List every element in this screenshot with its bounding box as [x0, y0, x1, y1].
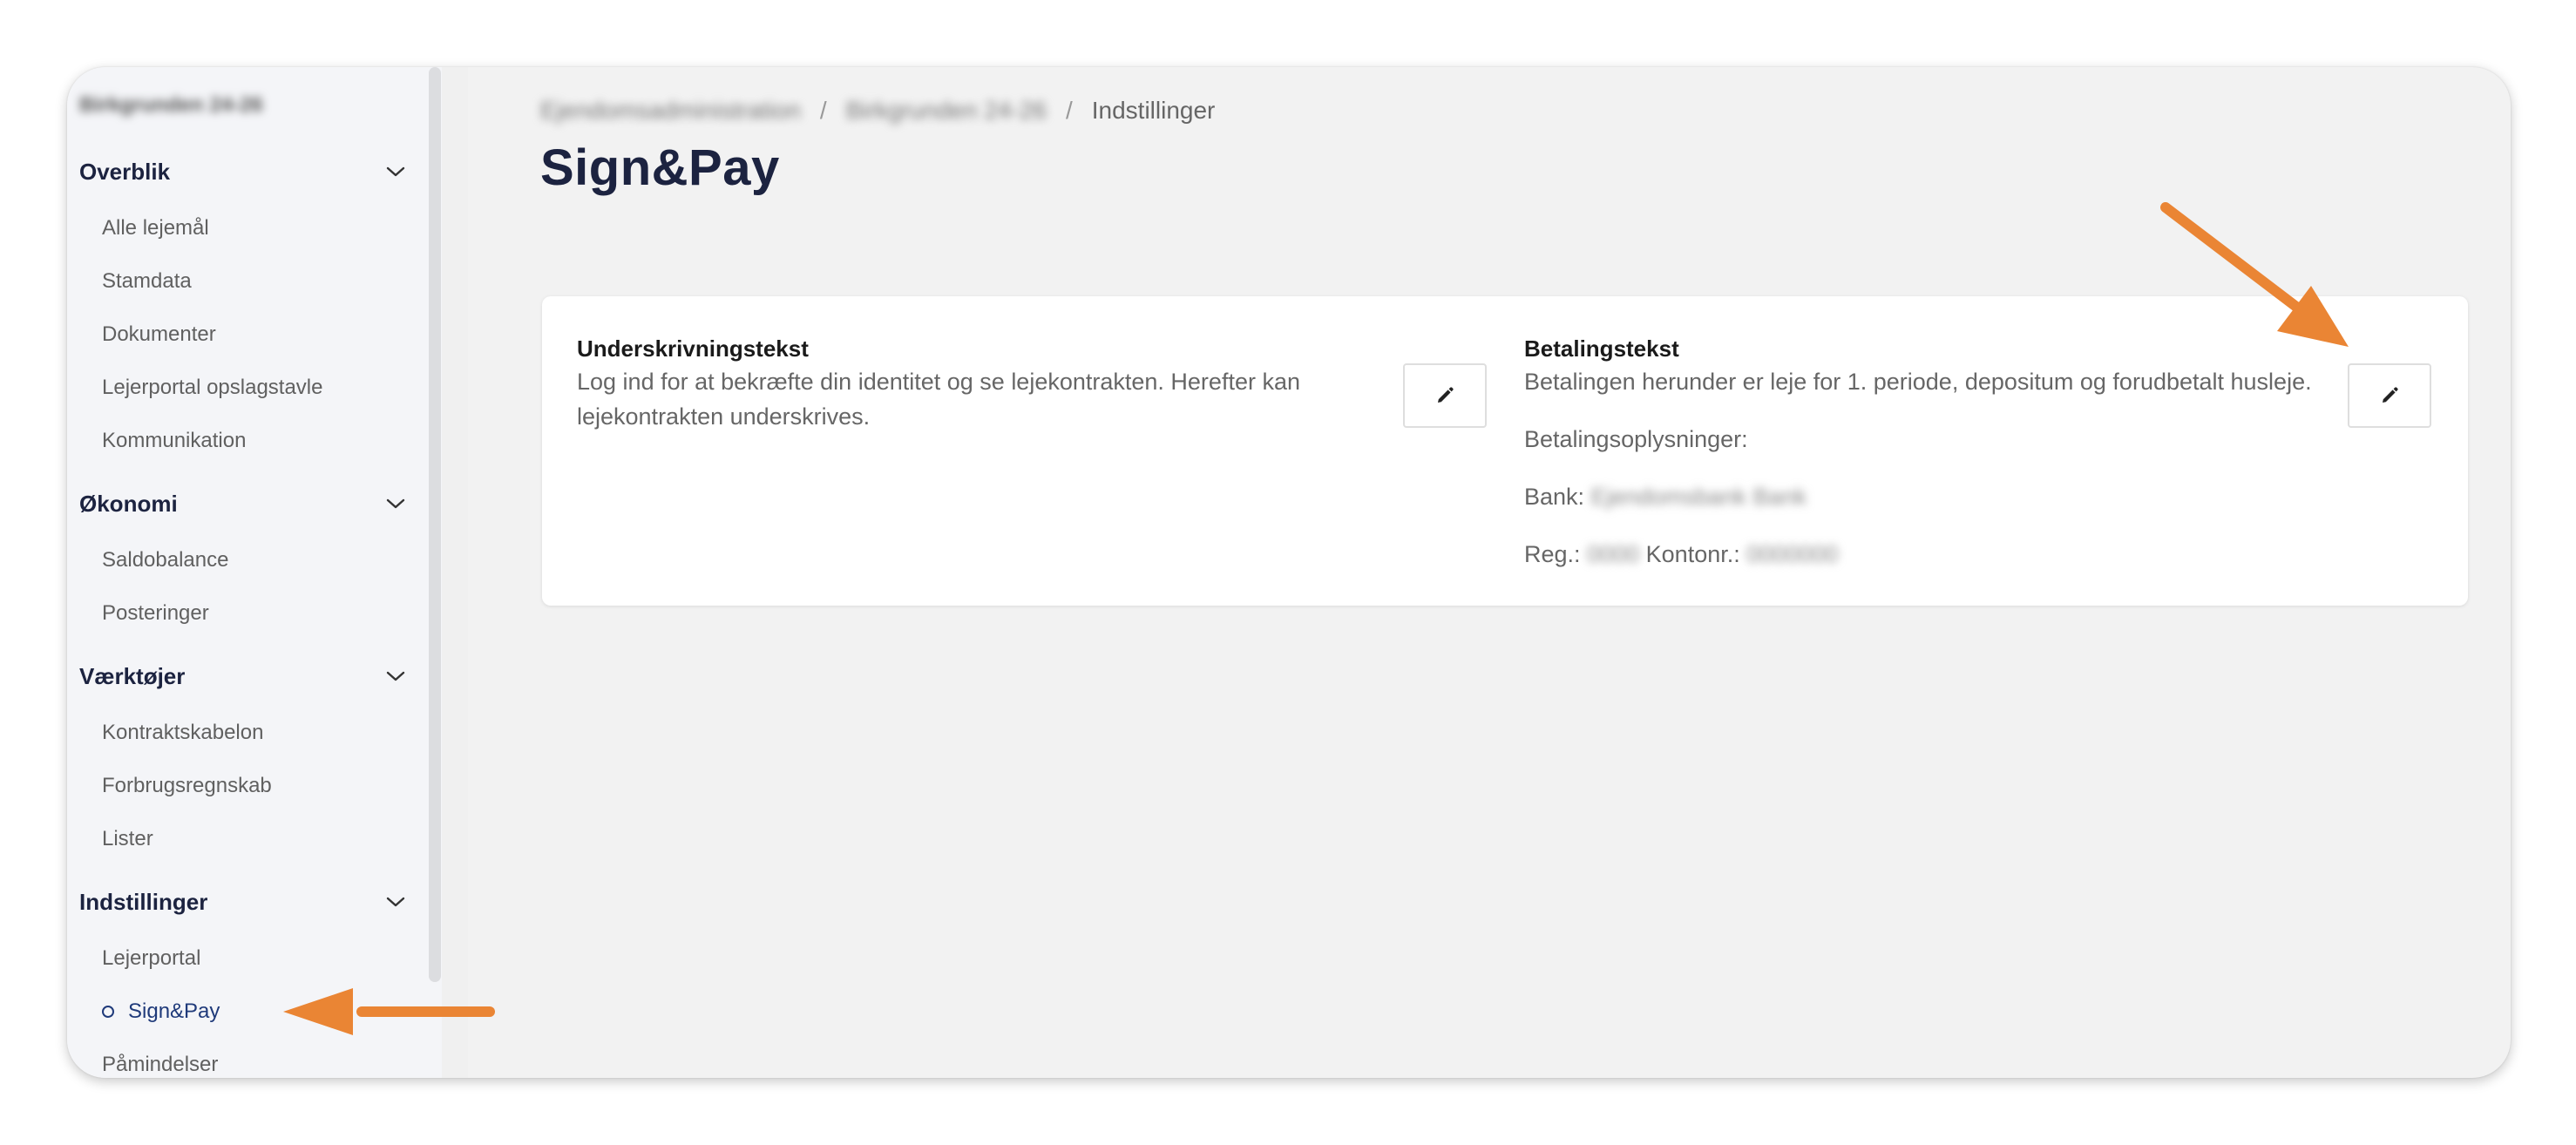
chevron-down-icon: [381, 489, 410, 518]
breadcrumb-link-organization[interactable]: Ejendomsadministration: [540, 97, 801, 125]
signing-text-section: Underskrivningstekst Log ind for at bekr…: [577, 333, 1318, 434]
sidebar: Birkgrunden 24-26 Overblik Alle lejemål …: [67, 67, 442, 1078]
signing-text-body: Log ind for at bekræfte din identitet og…: [577, 369, 1300, 430]
sidebar-item-forbrugsregnskab[interactable]: Forbrugsregnskab: [102, 769, 272, 803]
reg-label: Reg.:: [1524, 541, 1581, 567]
account-label: Kontonr.:: [1645, 541, 1740, 567]
sidebar-item-kommunikation[interactable]: Kommunikation: [102, 423, 246, 458]
reg-value: 0000: [1587, 541, 1640, 567]
sidebar-item-paamindelser[interactable]: Påmindelser: [102, 1047, 218, 1078]
circle-outline-icon: [102, 1006, 114, 1018]
pencil-icon: [2383, 387, 2398, 403]
sidebar-section-okonomi[interactable]: Økonomi: [79, 482, 410, 525]
sidebar-item-lejerportal[interactable]: Lejerportal: [102, 941, 200, 976]
payment-bank-line: Bank: Ejendomsbank Bank: [1524, 479, 2361, 514]
section-title: Værktøjer: [79, 662, 186, 689]
sidebar-item-stamdata[interactable]: Stamdata: [102, 264, 192, 299]
sidebar-section-overblik[interactable]: Overblik: [79, 150, 410, 193]
chevron-down-icon: [381, 157, 410, 186]
sidebar-item-label: Sign&Pay: [128, 999, 220, 1023]
breadcrumb-separator: /: [1065, 97, 1073, 124]
breadcrumb-link-property[interactable]: Birkgrunden 24-26: [846, 97, 1047, 125]
bank-value: Ejendomsbank Bank: [1590, 484, 1807, 510]
sidebar-item-alle-lejemaal[interactable]: Alle lejemål: [102, 211, 209, 246]
signpay-settings-card: Underskrivningstekst Log ind for at bekr…: [542, 296, 2468, 606]
sidebar-item-kontraktskabelon[interactable]: Kontraktskabelon: [102, 715, 263, 750]
breadcrumb-separator: /: [819, 97, 827, 124]
payment-account-line: Reg.: 0000 Kontonr.: 0000000: [1524, 537, 2361, 572]
sidebar-item-lejerportal-opslagstavle[interactable]: Lejerportal opslagstavle: [102, 370, 323, 405]
sidebar-item-lister[interactable]: Lister: [102, 822, 153, 857]
payment-text-title: Betalingstekst: [1524, 335, 1679, 362]
sidebar-item-signpay[interactable]: Sign&Pay: [102, 994, 220, 1029]
breadcrumb: Ejendomsadministration / Birkgrunden 24-…: [540, 93, 1215, 128]
sidebar-item-posteringer[interactable]: Posteringer: [102, 596, 209, 631]
account-value: 0000000: [1746, 541, 1839, 567]
payment-text-body: Betalingen herunder er leje for 1. perio…: [1524, 369, 2312, 395]
app-window: Birkgrunden 24-26 Overblik Alle lejemål …: [67, 67, 2511, 1078]
edit-signing-text-button[interactable]: [1403, 363, 1487, 428]
payment-info-label: Betalingsoplysninger:: [1524, 426, 1748, 452]
section-title: Økonomi: [79, 490, 178, 517]
signing-text-title: Underskrivningstekst: [577, 335, 809, 362]
edit-payment-text-button[interactable]: [2348, 363, 2431, 428]
page-title: Sign&Pay: [540, 139, 780, 196]
section-title: Overblik: [79, 158, 171, 185]
bank-label: Bank:: [1524, 484, 1585, 510]
sidebar-section-indstillinger[interactable]: Indstillinger: [79, 880, 410, 924]
payment-text-section: Betalingstekst Betalingen herunder er le…: [1524, 333, 2361, 572]
property-name: Birkgrunden 24-26: [79, 93, 263, 117]
sidebar-gutter: [442, 67, 468, 1078]
chevron-down-icon: [381, 661, 410, 691]
pencil-icon: [1438, 387, 1454, 403]
section-title: Indstillinger: [79, 888, 208, 915]
sidebar-scrollbar[interactable]: [429, 67, 441, 982]
sidebar-item-dokumenter[interactable]: Dokumenter: [102, 317, 216, 352]
breadcrumb-current: Indstillinger: [1091, 97, 1216, 124]
sidebar-section-vaerktojer[interactable]: Værktøjer: [79, 654, 410, 698]
chevron-down-icon: [381, 887, 410, 917]
sidebar-item-saldobalance[interactable]: Saldobalance: [102, 543, 228, 578]
